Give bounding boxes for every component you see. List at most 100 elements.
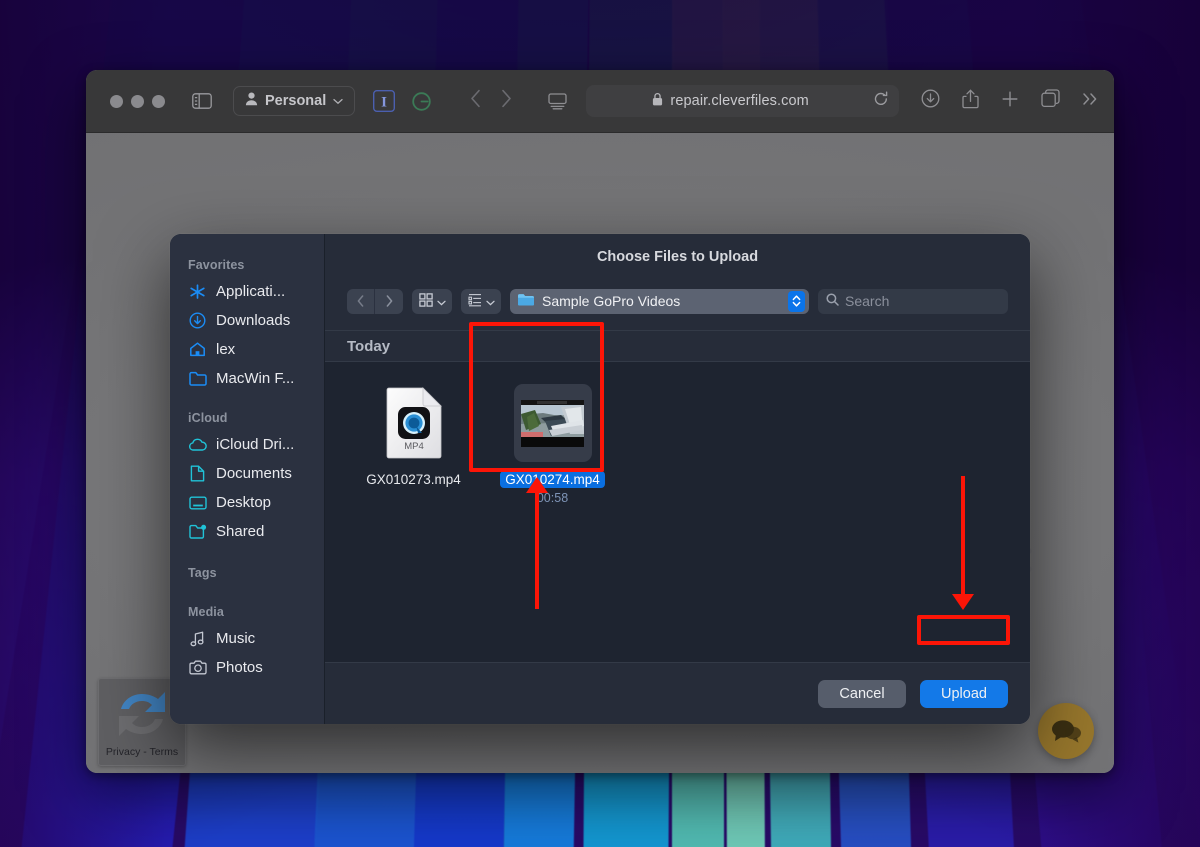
sidebar-item-shared[interactable]: Shared: [170, 517, 324, 546]
desktop-wallpaper: Personal I: [0, 0, 1200, 847]
sidebar-item-label: Music: [216, 630, 255, 647]
sidebar-item-music[interactable]: Music: [170, 624, 324, 653]
new-tab-icon[interactable]: [1001, 90, 1019, 113]
home-icon: [188, 340, 207, 359]
dialog-title: Choose Files to Upload: [325, 234, 1030, 280]
reload-icon[interactable]: [873, 91, 889, 112]
file-name-label: GX010274.mp4: [500, 471, 605, 488]
search-input[interactable]: Search: [818, 289, 1008, 314]
minimize-button[interactable]: [131, 95, 144, 108]
list-view-icon: [468, 293, 482, 310]
sidebar-item-applications[interactable]: Applicati...: [170, 277, 324, 306]
mp4-document-icon: MP4: [375, 384, 453, 462]
sidebar-item-label: Documents: [216, 465, 292, 482]
sidebar-section-header-icloud: iCloud: [170, 405, 324, 430]
downloads-icon[interactable]: [921, 89, 940, 113]
sidebar-icon[interactable]: [187, 86, 217, 116]
sidebar-section-header-tags: Tags: [170, 560, 324, 585]
sidebar-item-label: Desktop: [216, 494, 271, 511]
desktop-icon: [188, 493, 207, 512]
sidebar-item-home[interactable]: lex: [170, 335, 324, 364]
chevron-left-icon[interactable]: [470, 89, 481, 113]
dialog-back-button[interactable]: [347, 289, 375, 314]
dialog-toolbar: Sample GoPro Videos: [325, 280, 1030, 330]
sidebar-item-photos[interactable]: Photos: [170, 653, 324, 682]
path-popup-button[interactable]: Sample GoPro Videos: [510, 289, 809, 314]
dialog-button-bar: Cancel Upload: [325, 662, 1030, 724]
search-icon: [826, 293, 839, 309]
sidebar-item-label: Applicati...: [216, 283, 285, 300]
chevron-down-icon: [333, 93, 343, 109]
more-chevrons-icon[interactable]: [1082, 91, 1100, 112]
sidebar-section-header-favorites: Favorites: [170, 252, 324, 277]
sidebar-item-desktop[interactable]: Desktop: [170, 488, 324, 517]
search-placeholder: Search: [845, 293, 889, 309]
toolbar-right-icons: [921, 89, 1100, 114]
browser-toolbar: Personal I: [86, 70, 1114, 133]
address-bar[interactable]: repair.cleverfiles.com: [586, 85, 899, 117]
sidebar-item-label: Shared: [216, 523, 264, 540]
shared-folder-icon: [188, 522, 207, 541]
grid-view-icon: [419, 293, 433, 310]
sidebar-section-header-media: Media: [170, 599, 324, 624]
sidebar-item-label: iCloud Dri...: [216, 436, 294, 453]
sidebar-item-label: MacWin F...: [216, 370, 294, 387]
icon-view-button[interactable]: [412, 289, 452, 314]
file-item-gx010273[interactable]: MP4 GX010273.mp4: [351, 378, 476, 505]
file-item-gx010274[interactable]: GX010274.mp4 00:58: [490, 378, 615, 505]
path-label: Sample GoPro Videos: [542, 293, 781, 309]
upload-button[interactable]: Upload: [920, 680, 1008, 708]
svg-text:I: I: [381, 94, 387, 110]
tab-overview-icon[interactable]: [1041, 89, 1060, 113]
navigation-arrows[interactable]: [470, 89, 512, 113]
file-name-label: GX010273.mp4: [361, 471, 466, 488]
sidebar-item-downloads[interactable]: Downloads: [170, 306, 324, 335]
svg-text:MP4: MP4: [404, 441, 424, 452]
list-view-button[interactable]: [461, 289, 501, 314]
file-row: MP4 GX010273.mp4: [325, 378, 1030, 505]
sidebar-item-documents[interactable]: Documents: [170, 459, 324, 488]
music-note-icon: [188, 629, 207, 648]
applications-icon: [188, 282, 207, 301]
file-group-header: Today: [325, 330, 1030, 362]
zoom-button[interactable]: [152, 95, 165, 108]
chat-bubble-icon[interactable]: [1038, 703, 1094, 759]
profile-label: Personal: [265, 93, 326, 109]
document-icon: [188, 464, 207, 483]
chevron-down-icon: [486, 294, 495, 309]
video-thumbnail: [514, 384, 592, 462]
cancel-button[interactable]: Cancel: [818, 680, 906, 708]
window-traffic-lights[interactable]: [110, 95, 165, 108]
file-browser-grid[interactable]: MP4 GX010273.mp4: [325, 362, 1030, 662]
sidebar-item-macwin[interactable]: MacWin F...: [170, 364, 324, 393]
downloads-folder-icon: [188, 311, 207, 330]
dialog-sidebar[interactable]: Favorites Applicati...: [170, 234, 325, 724]
profile-switcher-button[interactable]: Personal: [233, 86, 355, 116]
lock-icon: [652, 92, 663, 111]
sidebar-item-icloud-drive[interactable]: iCloud Dri...: [170, 430, 324, 459]
address-bar-url: repair.cleverfiles.com: [670, 93, 808, 109]
file-duration-label: 00:58: [537, 491, 568, 505]
dialog-forward-button[interactable]: [375, 289, 403, 314]
person-icon: [245, 92, 258, 110]
folder-icon: [517, 292, 535, 310]
sidebar-item-label: Photos: [216, 659, 263, 676]
chevron-right-icon[interactable]: [501, 89, 512, 113]
grammarly-icon[interactable]: [411, 91, 432, 112]
sidebar-item-label: Downloads: [216, 312, 290, 329]
dialog-main-pane: Choose Files to Upload: [325, 234, 1030, 724]
icloud-icon: [188, 435, 207, 454]
camera-icon: [188, 658, 207, 677]
dialog-nav-buttons[interactable]: [347, 289, 403, 314]
safari-browser-window: Personal I: [86, 70, 1114, 773]
recaptcha-terms-label[interactable]: Privacy - Terms: [106, 746, 178, 758]
reader-view-icon[interactable]: [542, 86, 572, 116]
updown-stepper-icon[interactable]: [788, 291, 805, 312]
chevron-down-icon: [437, 294, 446, 309]
share-icon[interactable]: [962, 89, 979, 114]
folder-icon: [188, 369, 207, 388]
sidebar-item-label: lex: [216, 341, 235, 358]
close-button[interactable]: [110, 95, 123, 108]
italic-extension-icon[interactable]: I: [373, 90, 395, 112]
web-page-content: Privacy - Terms Favorites: [86, 133, 1114, 773]
